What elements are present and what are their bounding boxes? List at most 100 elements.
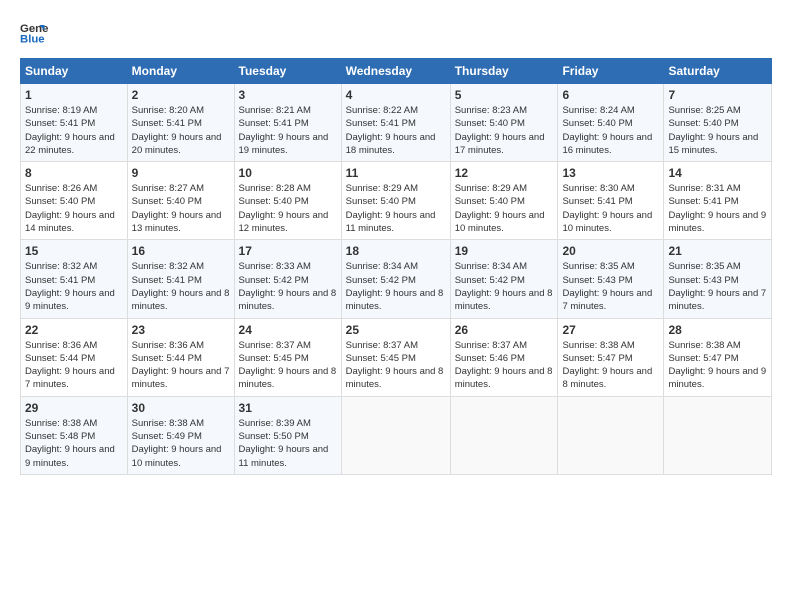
daylight-text: Daylight: 9 hours and 8 minutes. (562, 365, 659, 392)
weekday-header-saturday: Saturday (664, 59, 772, 84)
calendar-cell: 29Sunrise: 8:38 AMSunset: 5:48 PMDayligh… (21, 396, 128, 474)
daylight-text: Daylight: 9 hours and 7 minutes. (562, 287, 659, 314)
calendar-cell (450, 396, 558, 474)
day-info: Sunrise: 8:31 AMSunset: 5:41 PMDaylight:… (668, 182, 767, 235)
daylight-text: Daylight: 9 hours and 11 minutes. (239, 443, 337, 470)
day-number: 8 (25, 166, 123, 180)
day-info: Sunrise: 8:21 AMSunset: 5:41 PMDaylight:… (239, 104, 337, 157)
sunset-text: Sunset: 5:42 PM (239, 274, 337, 287)
day-info: Sunrise: 8:25 AMSunset: 5:40 PMDaylight:… (668, 104, 767, 157)
day-number: 28 (668, 323, 767, 337)
sunrise-text: Sunrise: 8:37 AM (455, 339, 554, 352)
header: General Blue (20, 18, 772, 46)
calendar-table: SundayMondayTuesdayWednesdayThursdayFrid… (20, 58, 772, 475)
sunrise-text: Sunrise: 8:35 AM (668, 260, 767, 273)
day-number: 6 (562, 88, 659, 102)
daylight-text: Daylight: 9 hours and 8 minutes. (346, 287, 446, 314)
calendar-cell: 20 Sunrise: 8:35 AMSunset: 5:43 PMDayligh… (558, 240, 664, 318)
day-info: Sunrise: 8:38 AMSunset: 5:47 PMDaylight:… (668, 339, 767, 392)
daylight-text: Daylight: 9 hours and 14 minutes. (25, 209, 123, 236)
day-number: 15 (25, 244, 123, 258)
calendar-cell: 10Sunrise: 8:28 AMSunset: 5:40 PMDayligh… (234, 162, 341, 240)
daylight-text: Daylight: 9 hours and 15 minutes. (668, 131, 767, 158)
daylight-text: Daylight: 9 hours and 8 minutes. (239, 287, 337, 314)
weekday-header-wednesday: Wednesday (341, 59, 450, 84)
day-info: Sunrise: 8:35 AMSunset: 5:43 PMDaylight:… (668, 260, 767, 313)
weekday-header-tuesday: Tuesday (234, 59, 341, 84)
day-info: Sunrise: 8:29 AMSunset: 5:40 PMDaylight:… (455, 182, 554, 235)
calendar-cell: 1Sunrise: 8:19 AMSunset: 5:41 PMDaylight… (21, 84, 128, 162)
day-number: 7 (668, 88, 767, 102)
calendar-cell: 16Sunrise: 8:32 AMSunset: 5:41 PMDayligh… (127, 240, 234, 318)
sunset-text: Sunset: 5:41 PM (346, 117, 446, 130)
day-number: 25 (346, 323, 446, 337)
day-info: Sunrise: 8:32 AMSunset: 5:41 PMDaylight:… (25, 260, 123, 313)
calendar-cell: 6 Sunrise: 8:24 AMSunset: 5:40 PMDaylight… (558, 84, 664, 162)
day-number: 10 (239, 166, 337, 180)
daylight-text: Daylight: 9 hours and 16 minutes. (562, 131, 659, 158)
calendar-cell: 25 Sunrise: 8:37 AMSunset: 5:45 PMDayligh… (341, 318, 450, 396)
daylight-text: Daylight: 9 hours and 9 minutes. (668, 365, 767, 392)
sunrise-text: Sunrise: 8:36 AM (25, 339, 123, 352)
daylight-text: Daylight: 9 hours and 10 minutes. (455, 209, 554, 236)
day-number: 9 (132, 166, 230, 180)
sunset-text: Sunset: 5:40 PM (132, 195, 230, 208)
day-number: 5 (455, 88, 554, 102)
sunset-text: Sunset: 5:49 PM (132, 430, 230, 443)
sunset-text: Sunset: 5:40 PM (562, 117, 659, 130)
sunrise-text: Sunrise: 8:38 AM (668, 339, 767, 352)
sunset-text: Sunset: 5:41 PM (25, 274, 123, 287)
day-info: Sunrise: 8:38 AMSunset: 5:49 PMDaylight:… (132, 417, 230, 470)
sunrise-text: Sunrise: 8:32 AM (132, 260, 230, 273)
calendar-cell: 21 Sunrise: 8:35 AMSunset: 5:43 PMDayligh… (664, 240, 772, 318)
day-info: Sunrise: 8:24 AMSunset: 5:40 PMDaylight:… (562, 104, 659, 157)
calendar-cell (341, 396, 450, 474)
sunset-text: Sunset: 5:41 PM (239, 117, 337, 130)
calendar-cell: 27Sunrise: 8:38 AMSunset: 5:47 PMDayligh… (558, 318, 664, 396)
calendar-cell: 5Sunrise: 8:23 AMSunset: 5:40 PMDaylight… (450, 84, 558, 162)
day-info: Sunrise: 8:26 AMSunset: 5:40 PMDaylight:… (25, 182, 123, 235)
sunrise-text: Sunrise: 8:38 AM (562, 339, 659, 352)
day-number: 27 (562, 323, 659, 337)
day-number: 24 (239, 323, 337, 337)
calendar-cell: 26Sunrise: 8:37 AMSunset: 5:46 PMDayligh… (450, 318, 558, 396)
day-number: 2 (132, 88, 230, 102)
day-info: Sunrise: 8:37 AMSunset: 5:45 PMDaylight:… (346, 339, 446, 392)
day-info: Sunrise: 8:35 AMSunset: 5:43 PMDaylight:… (562, 260, 659, 313)
calendar-cell: 9Sunrise: 8:27 AMSunset: 5:40 PMDaylight… (127, 162, 234, 240)
daylight-text: Daylight: 9 hours and 19 minutes. (239, 131, 337, 158)
day-number: 12 (455, 166, 554, 180)
day-number: 18 (346, 244, 446, 258)
daylight-text: Daylight: 9 hours and 10 minutes. (132, 443, 230, 470)
calendar-cell: 14Sunrise: 8:31 AMSunset: 5:41 PMDayligh… (664, 162, 772, 240)
sunrise-text: Sunrise: 8:28 AM (239, 182, 337, 195)
sunset-text: Sunset: 5:44 PM (132, 352, 230, 365)
sunrise-text: Sunrise: 8:26 AM (25, 182, 123, 195)
sunrise-text: Sunrise: 8:33 AM (239, 260, 337, 273)
day-info: Sunrise: 8:36 AMSunset: 5:44 PMDaylight:… (132, 339, 230, 392)
calendar-cell: 12 Sunrise: 8:29 AMSunset: 5:40 PMDayligh… (450, 162, 558, 240)
sunrise-text: Sunrise: 8:37 AM (239, 339, 337, 352)
calendar-cell: 17Sunrise: 8:33 AMSunset: 5:42 PMDayligh… (234, 240, 341, 318)
day-info: Sunrise: 8:38 AMSunset: 5:48 PMDaylight:… (25, 417, 123, 470)
sunset-text: Sunset: 5:40 PM (346, 195, 446, 208)
sunrise-text: Sunrise: 8:24 AM (562, 104, 659, 117)
sunset-text: Sunset: 5:41 PM (132, 274, 230, 287)
calendar-cell: 31Sunrise: 8:39 AMSunset: 5:50 PMDayligh… (234, 396, 341, 474)
sunrise-text: Sunrise: 8:29 AM (455, 182, 554, 195)
day-number: 11 (346, 166, 446, 180)
daylight-text: Daylight: 9 hours and 20 minutes. (132, 131, 230, 158)
calendar-cell: 11Sunrise: 8:29 AMSunset: 5:40 PMDayligh… (341, 162, 450, 240)
day-number: 21 (668, 244, 767, 258)
calendar-cell (664, 396, 772, 474)
daylight-text: Daylight: 9 hours and 7 minutes. (668, 287, 767, 314)
daylight-text: Daylight: 9 hours and 22 minutes. (25, 131, 123, 158)
day-number: 23 (132, 323, 230, 337)
sunset-text: Sunset: 5:41 PM (668, 195, 767, 208)
sunrise-text: Sunrise: 8:19 AM (25, 104, 123, 117)
day-number: 20 (562, 244, 659, 258)
svg-text:Blue: Blue (20, 34, 45, 46)
day-number: 16 (132, 244, 230, 258)
sunrise-text: Sunrise: 8:38 AM (132, 417, 230, 430)
day-info: Sunrise: 8:30 AMSunset: 5:41 PMDaylight:… (562, 182, 659, 235)
